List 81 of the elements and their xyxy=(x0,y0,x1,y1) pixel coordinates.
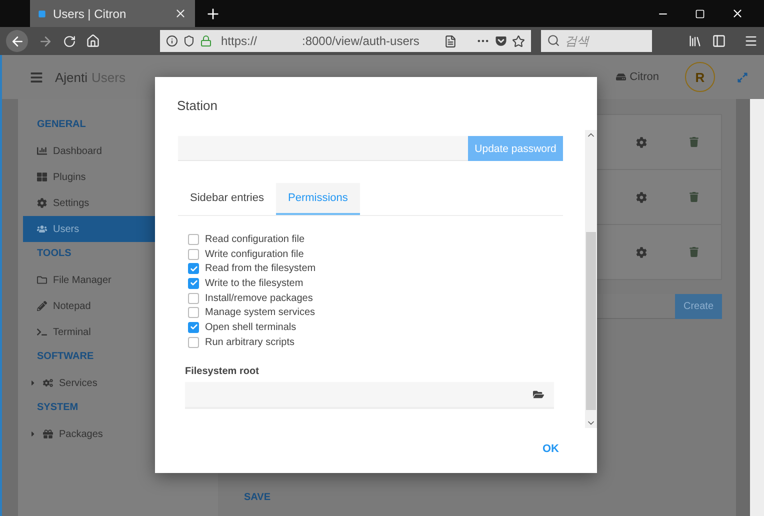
create-button[interactable]: Create xyxy=(675,294,722,319)
search-field[interactable]: 검색 xyxy=(541,30,652,52)
forward-arrow-icon[interactable] xyxy=(38,34,53,48)
folder-icon xyxy=(37,275,47,285)
chart-icon xyxy=(37,146,47,156)
star-icon[interactable] xyxy=(512,34,525,48)
section-title: TOOLS xyxy=(36,247,72,261)
menu-icon[interactable] xyxy=(744,34,758,48)
page-scrollbar[interactable] xyxy=(750,99,764,516)
terminal-icon xyxy=(37,327,47,337)
sidebar-item[interactable]: Packages xyxy=(23,421,218,447)
server-name: Citron xyxy=(630,71,659,83)
permission-label: Read from the filesystem xyxy=(205,263,316,274)
maximize-icon[interactable] xyxy=(695,8,705,18)
reader-icon[interactable] xyxy=(444,34,457,48)
permission-label: Install/remove packages xyxy=(205,292,313,304)
gears-icon xyxy=(43,378,53,388)
reload-icon[interactable] xyxy=(63,34,76,48)
menu-icon[interactable] xyxy=(30,70,43,84)
checkbox[interactable] xyxy=(188,263,199,274)
checkbox[interactable] xyxy=(188,307,199,318)
caret-icon[interactable] xyxy=(29,430,37,438)
ok-button[interactable]: OK xyxy=(536,442,565,456)
trash-icon[interactable] xyxy=(689,247,699,257)
pencil-icon xyxy=(37,301,47,311)
gear-icon[interactable] xyxy=(636,246,647,258)
permission-label: Write to the filesystem xyxy=(205,278,304,289)
checkbox[interactable] xyxy=(188,278,199,289)
field-label: Filesystem root xyxy=(185,366,260,376)
url-scheme: https:// xyxy=(221,34,258,48)
password-field[interactable] xyxy=(178,136,468,161)
checkbox[interactable] xyxy=(188,292,199,304)
gift-icon xyxy=(43,429,53,439)
gear-icon xyxy=(37,198,47,208)
dialog-title: Station xyxy=(176,97,218,115)
gear-icon[interactable] xyxy=(636,136,647,148)
save-button[interactable]: SAVE xyxy=(238,491,276,504)
close-window-icon[interactable] xyxy=(731,7,744,20)
users-icon xyxy=(37,224,47,234)
new-tab-icon[interactable] xyxy=(205,6,221,22)
info-icon xyxy=(166,35,178,47)
brand-name: Ajenti xyxy=(55,70,88,84)
section-title: GENERAL xyxy=(36,118,86,132)
section-title: SYSTEM xyxy=(36,401,78,415)
checkbox[interactable] xyxy=(188,248,199,260)
trash-icon[interactable] xyxy=(689,192,699,202)
lock-icon xyxy=(200,35,212,47)
sidebar-item[interactable]: Dashboard xyxy=(23,138,218,164)
pocket-icon[interactable] xyxy=(495,35,507,47)
gear-icon[interactable] xyxy=(636,192,647,202)
dialog-scrollbar[interactable] xyxy=(585,130,597,428)
section-title: SOFTWARE xyxy=(36,350,94,364)
dialog-tab[interactable]: Permissions xyxy=(276,183,360,215)
library-icon[interactable] xyxy=(688,34,702,48)
folder-icon[interactable] xyxy=(533,388,544,400)
checkbox[interactable] xyxy=(188,234,199,245)
url-path: :8000/view/auth-users xyxy=(302,34,420,48)
sidebar-icon[interactable] xyxy=(712,34,726,48)
tab-title: Users | Citron xyxy=(53,6,128,20)
update-password-button[interactable]: Update password xyxy=(468,136,563,161)
checkbox[interactable] xyxy=(188,336,199,348)
permission-label: Manage system services xyxy=(205,307,316,318)
permission-label: Write configuration file xyxy=(205,248,304,260)
close-icon[interactable] xyxy=(174,7,187,20)
permission-label: Open shell terminals xyxy=(205,322,296,333)
home-icon[interactable] xyxy=(86,34,100,48)
caret-icon[interactable] xyxy=(29,379,37,387)
checkbox[interactable] xyxy=(188,322,199,333)
permission-label: Run arbitrary scripts xyxy=(205,336,294,348)
search-icon xyxy=(547,34,560,47)
expand-icon[interactable] xyxy=(737,72,748,82)
user-avatar[interactable]: R xyxy=(685,62,715,92)
drive-icon xyxy=(616,72,626,82)
filesystem-root-field[interactable] xyxy=(185,382,554,408)
favicon-icon xyxy=(38,10,46,18)
address-field[interactable]: https:// :8000/view/auth-users xyxy=(160,30,531,52)
shield-icon xyxy=(183,35,195,47)
grid-icon xyxy=(37,172,47,182)
back-button[interactable] xyxy=(6,30,28,52)
browser-tab[interactable]: Users | Citron xyxy=(30,0,195,27)
trash-icon[interactable] xyxy=(689,137,699,147)
